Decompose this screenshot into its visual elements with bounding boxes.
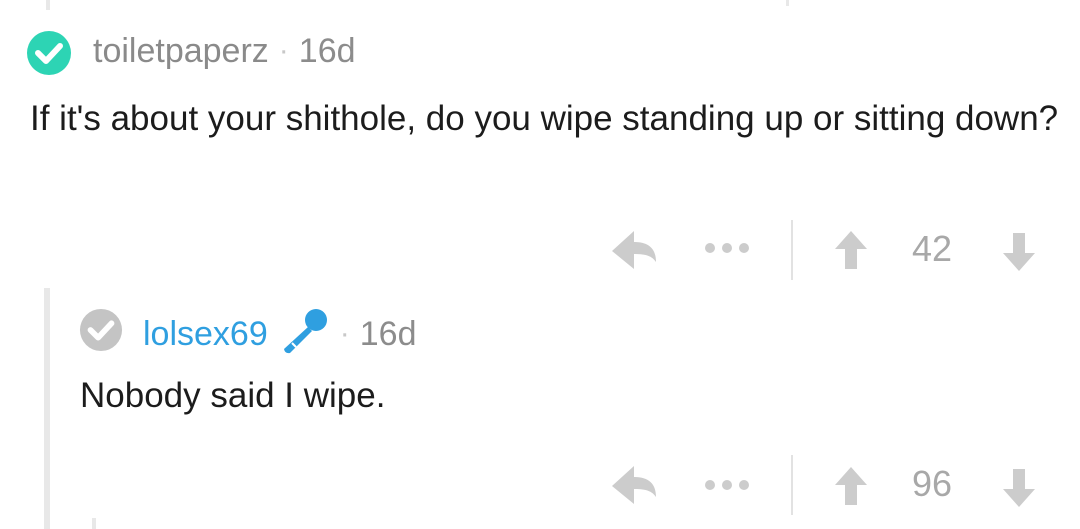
comment-2-separator: · [339, 316, 350, 350]
comment-1-more-button[interactable] [704, 242, 750, 254]
comment-2-upvote-button[interactable] [834, 466, 868, 506]
comment-2-avatar[interactable] [79, 308, 123, 352]
comment-2-more-button[interactable] [704, 479, 750, 491]
comment-1-score: 42 [912, 228, 953, 269]
comment-1-reply-button[interactable] [610, 228, 658, 274]
upvote-icon [835, 231, 867, 269]
comment-1-actions-divider [791, 220, 793, 280]
more-icon [705, 243, 749, 253]
downvote-icon [1003, 233, 1035, 271]
thread-line-top [46, 0, 50, 10]
comment-1-downvote-button[interactable] [1002, 232, 1036, 272]
comment-2-reply-button[interactable] [610, 463, 658, 509]
upvote-icon [835, 467, 867, 505]
downvote-icon [1003, 469, 1035, 507]
comment-2-score: 96 [912, 463, 953, 504]
reply-thread-line[interactable] [44, 288, 50, 529]
comment-1-age: 16d [298, 32, 356, 70]
comment-2-actions-divider [791, 455, 793, 515]
user-flair [278, 307, 330, 360]
reply-icon [612, 231, 656, 269]
thread-line-top-right [786, 0, 789, 6]
comment-2-actions: 96 [600, 455, 1060, 515]
comment-2-age: 16d [359, 314, 417, 353]
nested-thread-line [92, 518, 96, 529]
comment-2-downvote-button[interactable] [1002, 468, 1036, 508]
comment-2-username[interactable]: lolsex69 [143, 314, 268, 354]
comment-1-username[interactable]: toiletpaperz [93, 31, 269, 71]
check-circle-icon [27, 31, 71, 75]
comment-1-separator: · [278, 34, 289, 67]
comment-1-avatar[interactable] [26, 30, 72, 76]
comment-1-body: If it's about your shithole, do you wipe… [30, 99, 1059, 138]
more-icon [705, 480, 749, 490]
comment-1-actions: 42 [600, 220, 1060, 280]
reply-icon [612, 466, 656, 504]
comment-1-upvote-button[interactable] [834, 230, 868, 270]
check-circle-icon [79, 308, 123, 352]
comment-2-body: Nobody said I wipe. [80, 376, 386, 415]
microphone-icon [283, 309, 327, 354]
